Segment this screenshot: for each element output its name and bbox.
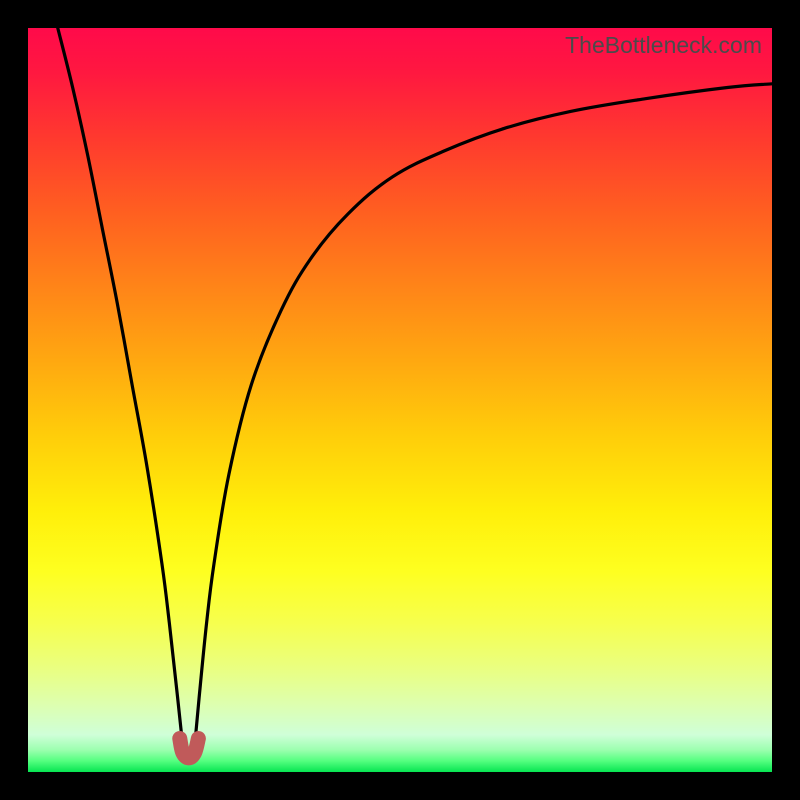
outer-frame: TheBottleneck.com	[0, 0, 800, 800]
bottleneck-curve	[58, 28, 772, 746]
curve-left-branch	[58, 28, 183, 746]
curve-layer	[28, 28, 772, 772]
watermark-text: TheBottleneck.com	[565, 32, 762, 59]
valley-marker-stroke	[180, 739, 199, 758]
valley-marker	[180, 739, 199, 758]
plot-area: TheBottleneck.com	[28, 28, 772, 772]
curve-right-branch	[195, 84, 772, 746]
